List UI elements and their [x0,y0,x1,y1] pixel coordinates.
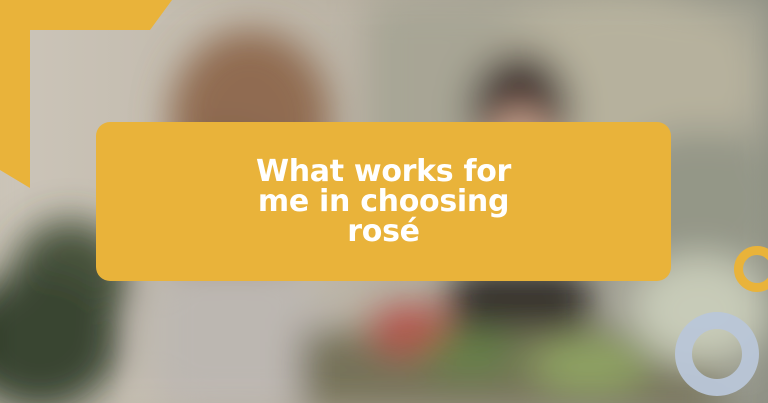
page-title: What works for me in choosing rosé [255,153,512,249]
title-card: What works for me in choosing rosé [96,122,671,281]
hero-banner: What works for me in choosing rosé [0,0,768,403]
decorative-ring-blue [675,312,759,396]
